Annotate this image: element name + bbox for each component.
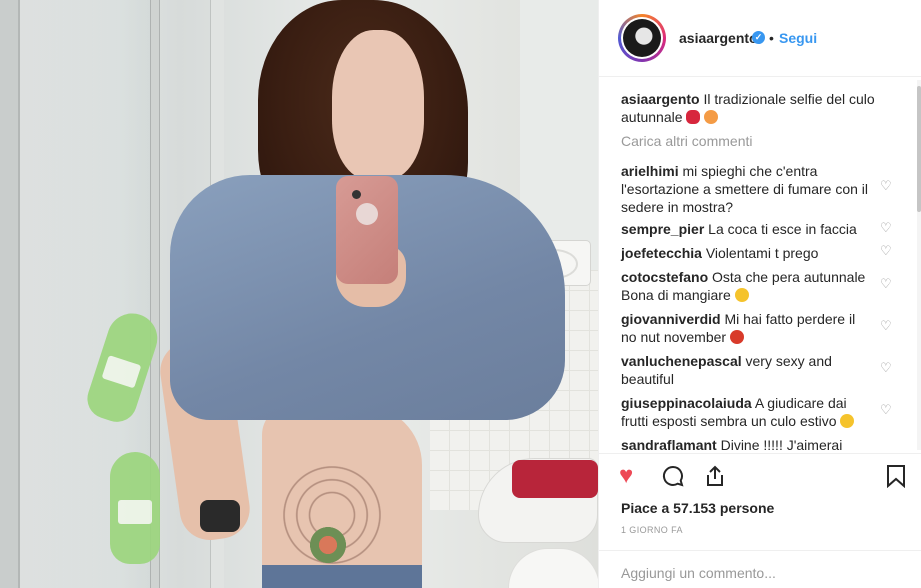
photo-jeans bbox=[262, 565, 422, 588]
photo-sink bbox=[508, 548, 598, 588]
avatar[interactable] bbox=[618, 14, 666, 62]
post-side-panel: asiaargento ✓ • Segui asiaargento Il tra… bbox=[598, 0, 921, 588]
comment-like-heart-icon[interactable]: ♡ bbox=[880, 360, 892, 376]
post-timestamp[interactable]: 1 GIORNO FA bbox=[621, 525, 683, 535]
comments-scrollbar-thumb[interactable] bbox=[917, 86, 921, 212]
share-icon[interactable] bbox=[703, 464, 727, 493]
comment-username[interactable]: vanluchenepascal bbox=[621, 353, 742, 369]
comment-username[interactable]: joefetecchia bbox=[621, 245, 702, 261]
comment-text: Violentami t prego bbox=[705, 245, 819, 261]
post-photo[interactable] bbox=[0, 0, 598, 588]
comment-username[interactable]: sempre_pier bbox=[621, 221, 704, 237]
comment-username[interactable]: giuseppinacolaiuda bbox=[621, 395, 752, 411]
photo-shower-frame bbox=[0, 0, 20, 588]
comment-username[interactable]: giovanniverdid bbox=[621, 311, 721, 327]
photo-towel bbox=[512, 460, 598, 498]
header-separator: • bbox=[769, 30, 774, 46]
comment-like-heart-icon[interactable]: ♡ bbox=[880, 178, 892, 194]
comment-item: sandraflamant Divine !!!!! J'aimerai bbox=[621, 436, 871, 453]
peach-emoji-icon bbox=[704, 110, 719, 124]
laughing-emoji-icon bbox=[840, 414, 855, 428]
comments-list[interactable]: asiaargento Il tradizionale selfie del c… bbox=[599, 78, 921, 453]
comment-item: cotocstefano Osta che pera autunnale Bon… bbox=[621, 268, 871, 304]
photo-face bbox=[332, 30, 424, 180]
post-header: asiaargento ✓ • Segui bbox=[599, 0, 921, 77]
comment-item: giuseppinacolaiuda A giudicare dai frutt… bbox=[621, 394, 871, 430]
photo-phone bbox=[336, 176, 398, 284]
comment-like-heart-icon[interactable]: ♡ bbox=[880, 243, 892, 259]
bookmark-icon[interactable] bbox=[885, 464, 907, 493]
lips-emoji-icon bbox=[686, 110, 701, 124]
comment-item: joefetecchia Violentami t prego bbox=[621, 244, 871, 262]
comment-text: Divine !!!!! J'aimerai bbox=[720, 437, 843, 453]
comment-item: arielhimi mi spieghi che c'entra l'esort… bbox=[621, 162, 871, 216]
comment-username[interactable]: cotocstefano bbox=[621, 269, 708, 285]
caption-username[interactable]: asiaargento bbox=[621, 91, 700, 107]
photo-watch bbox=[200, 500, 240, 532]
heart-icon[interactable]: ♥ bbox=[619, 464, 633, 488]
photo-sticker-pin-2 bbox=[110, 452, 160, 564]
comment-icon[interactable] bbox=[661, 464, 685, 493]
comment-item: giovanniverdid Mi hai fatto perdere il n… bbox=[621, 310, 871, 346]
header-username[interactable]: asiaargento bbox=[679, 30, 758, 46]
post-caption: asiaargento Il tradizionale selfie del c… bbox=[621, 90, 891, 126]
comment-username[interactable]: arielhimi bbox=[621, 163, 679, 179]
angry-emoji-icon bbox=[729, 330, 744, 344]
comment-username[interactable]: sandraflamant bbox=[621, 437, 717, 453]
comment-like-heart-icon[interactable]: ♡ bbox=[880, 318, 892, 334]
photo-phone-camera bbox=[352, 190, 361, 199]
load-more-comments-button[interactable]: Carica altri commenti bbox=[621, 133, 752, 149]
wink-emoji-icon bbox=[734, 288, 749, 302]
post-actions-bar: ♥ bbox=[599, 453, 921, 493]
add-comment-bar bbox=[599, 550, 921, 588]
photo-phone-logo bbox=[356, 203, 378, 225]
comment-item: sempre_pier La coca ti esce in faccia bbox=[621, 220, 871, 238]
comment-like-heart-icon[interactable]: ♡ bbox=[880, 220, 892, 236]
comment-like-heart-icon[interactable]: ♡ bbox=[880, 276, 892, 292]
comment-item: vanluchenepascal very sexy and beautiful bbox=[621, 352, 871, 388]
comment-like-heart-icon[interactable]: ♡ bbox=[880, 402, 892, 418]
photo-tattoo-flower bbox=[306, 525, 350, 565]
add-comment-input[interactable] bbox=[621, 565, 891, 581]
comment-text: La coca ti esce in faccia bbox=[708, 221, 857, 237]
verified-badge-icon: ✓ bbox=[752, 31, 765, 44]
follow-button[interactable]: Segui bbox=[779, 30, 817, 46]
likes-count[interactable]: Piace a 57.153 persone bbox=[621, 500, 774, 516]
